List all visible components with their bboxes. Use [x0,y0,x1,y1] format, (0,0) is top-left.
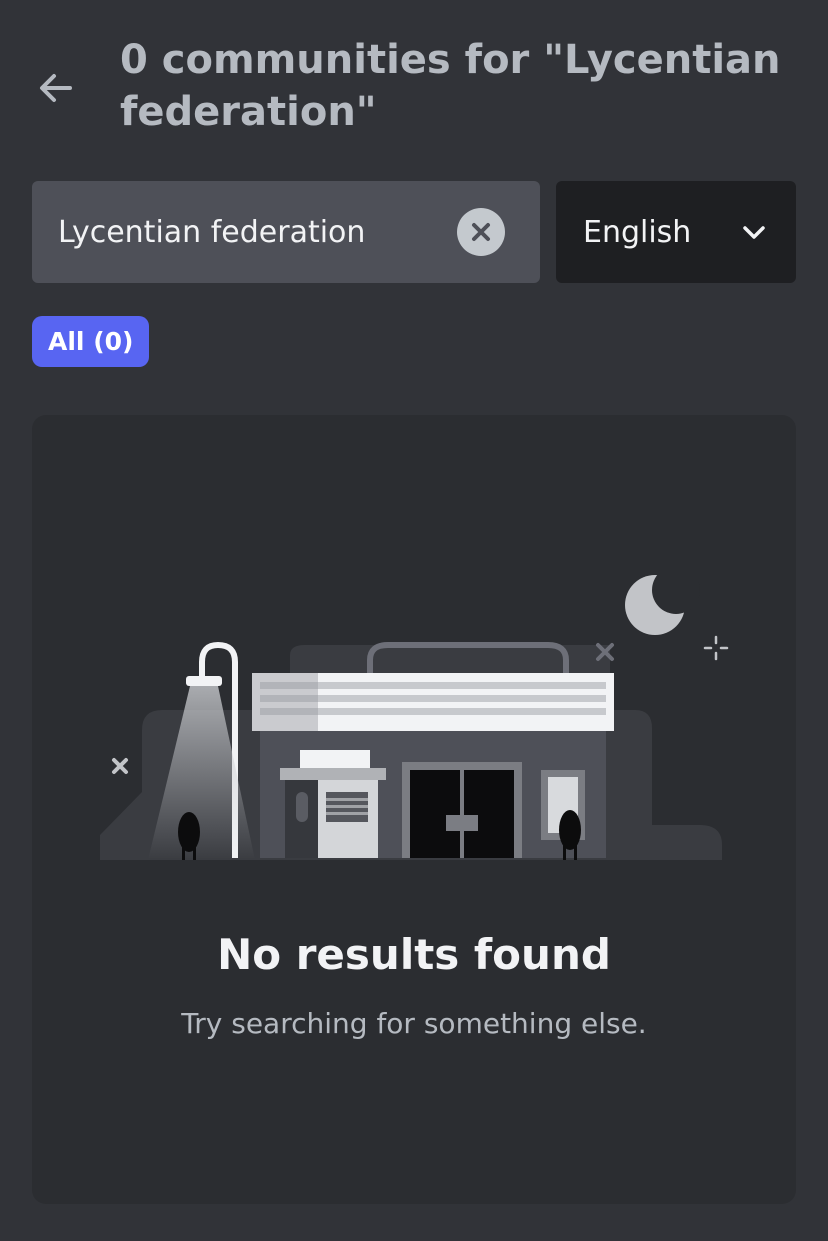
empty-state-title: No results found [217,930,611,979]
chevron-down-icon [743,226,765,239]
search-box[interactable] [32,181,540,283]
back-button[interactable] [30,62,82,114]
language-select[interactable]: English [556,181,796,283]
language-selected-label: English [583,214,692,250]
empty-state-subtitle: Try searching for something else. [181,1007,647,1040]
arrow-left-icon [40,74,72,102]
page-title: 0 communities for "Lycentian federation" [120,37,781,135]
search-input[interactable] [32,181,457,283]
results-card: No results found Try searching for somet… [32,415,796,1204]
storefront-night-illustration [100,570,729,860]
filter-chip-all[interactable]: All (0) [32,316,150,367]
close-icon [472,223,490,241]
clear-search-button[interactable] [457,208,505,256]
